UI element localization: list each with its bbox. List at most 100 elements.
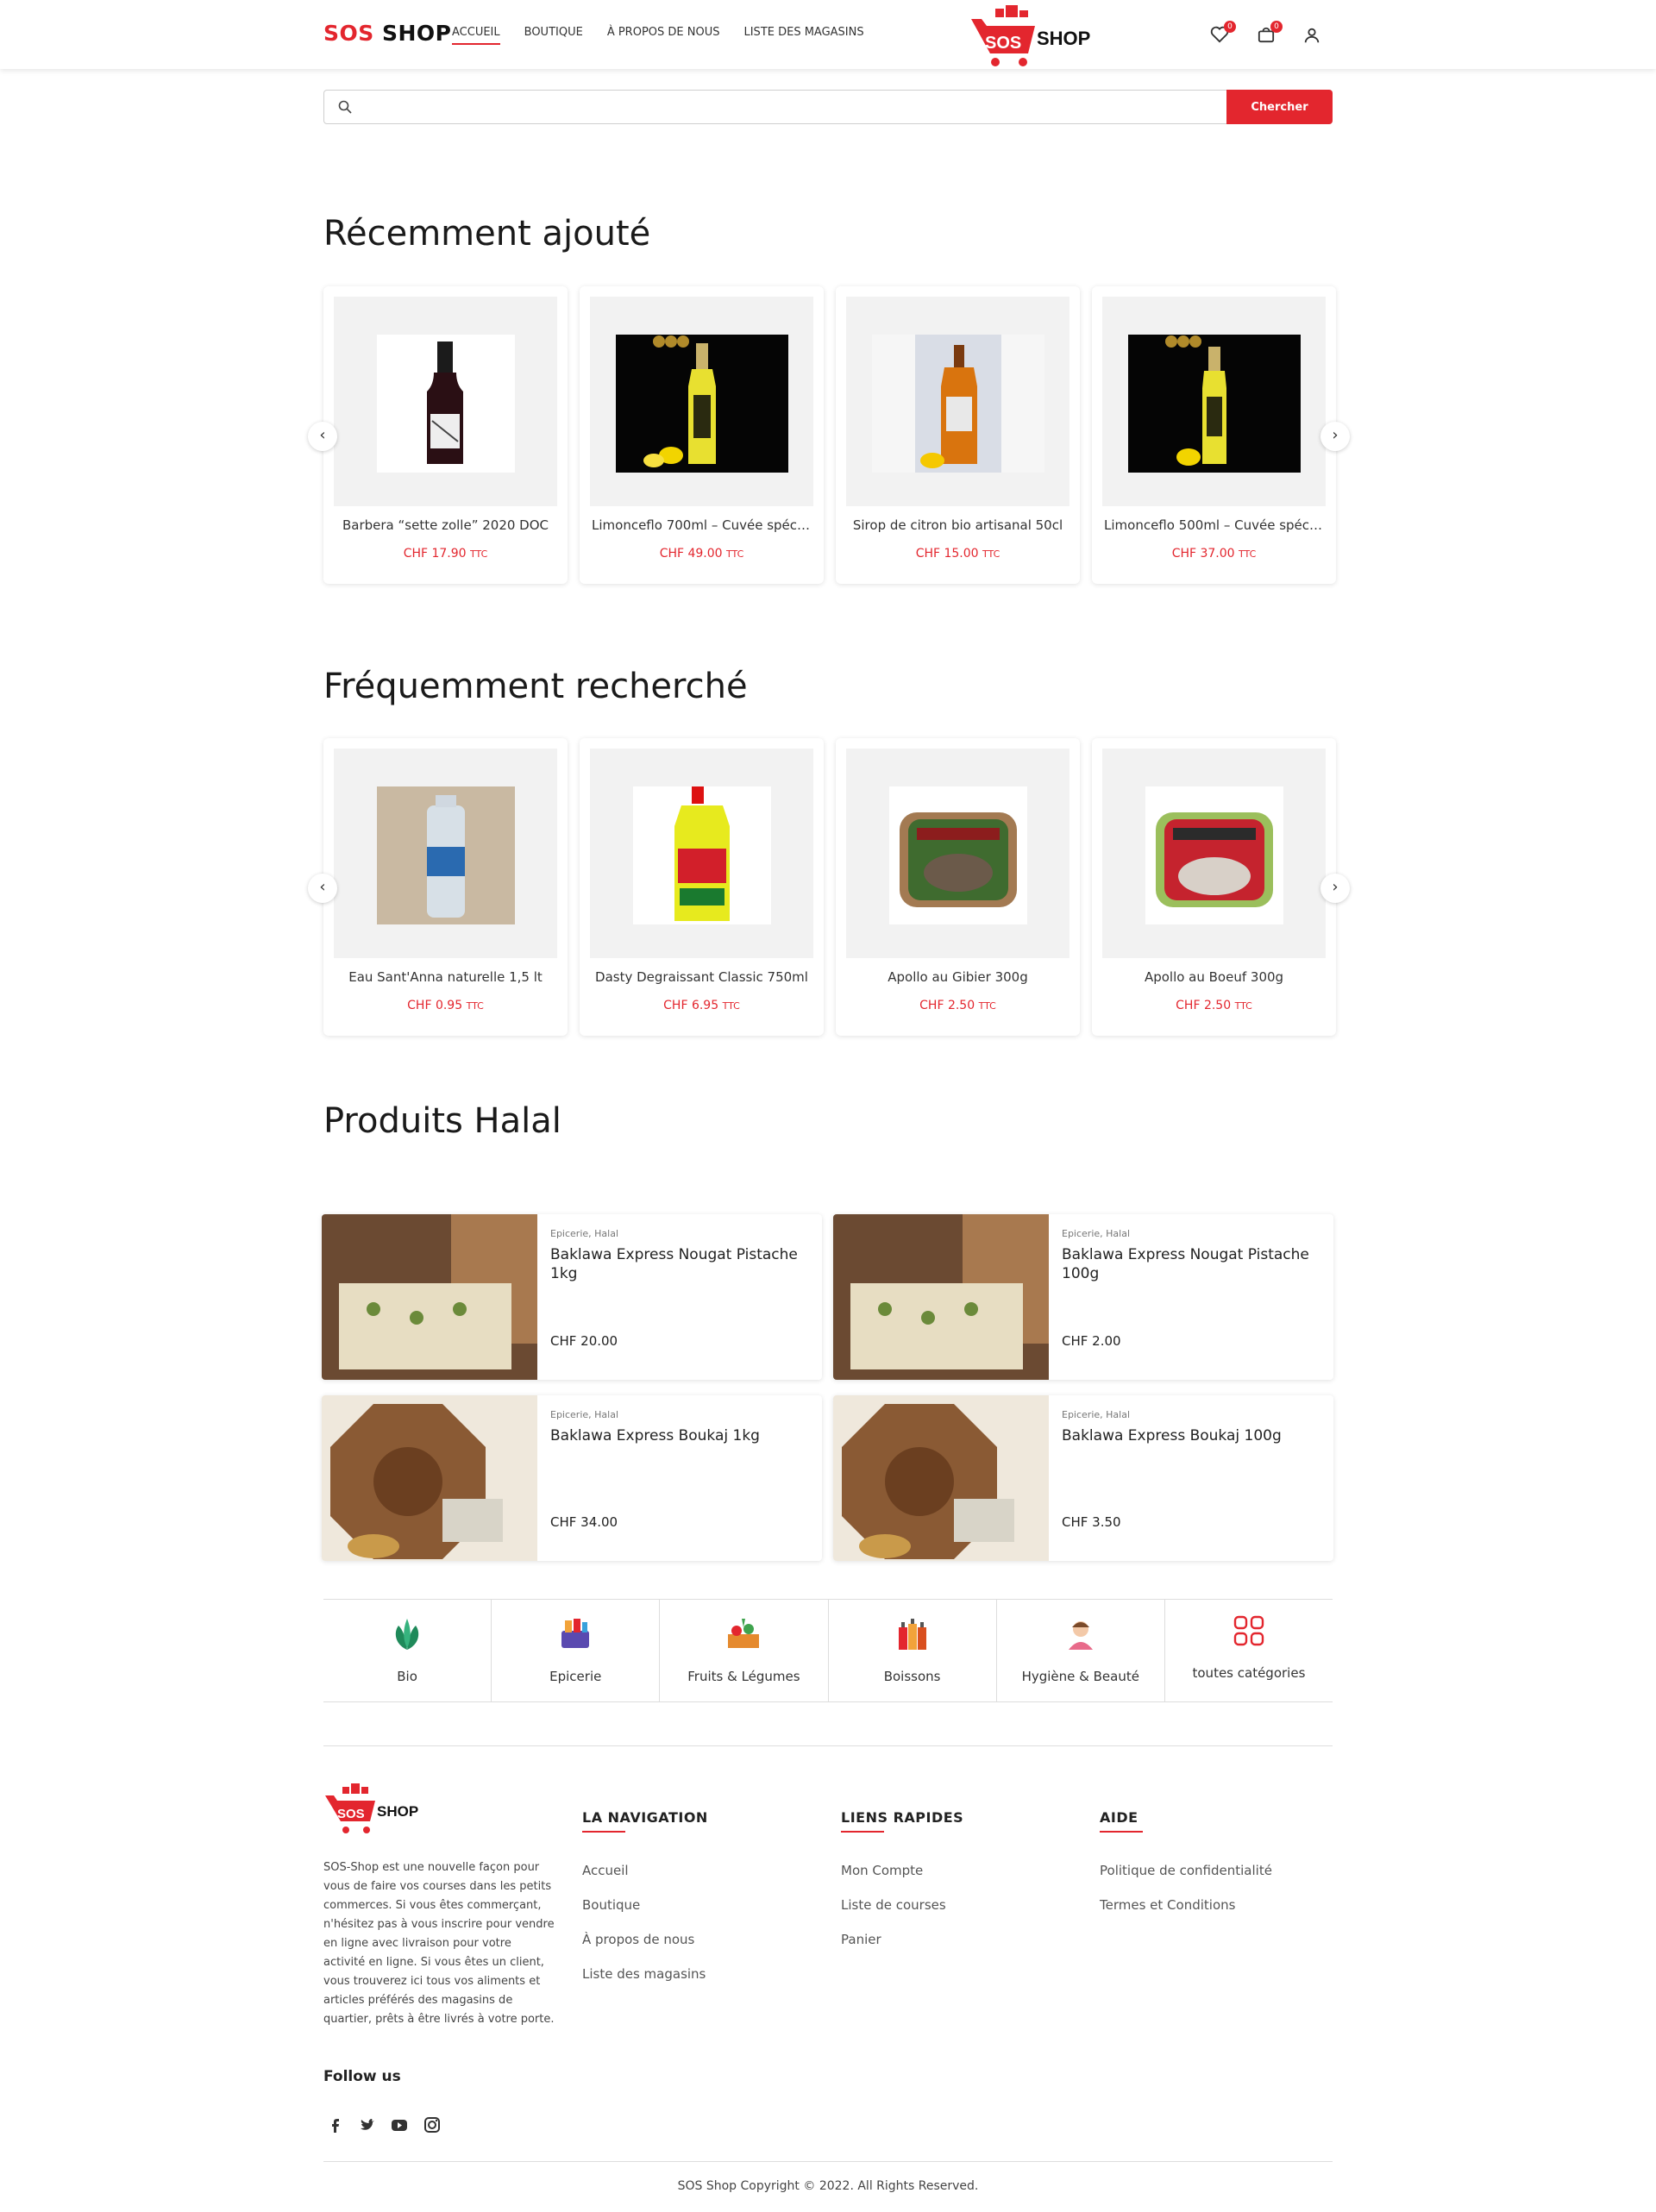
product-name[interactable]: Baklawa Express Nougat Pistache 1kg: [550, 1245, 809, 1283]
product-card[interactable]: Limonceflo 700ml – Cuvée spéciale CHF 49…: [580, 286, 824, 584]
footer-logo-icon[interactable]: SOS SHOP: [323, 1783, 436, 1842]
product-price: CHF 37.00 TTC: [1171, 547, 1257, 561]
category-label: Fruits & Légumes: [687, 1669, 800, 1684]
center-cart-logo-icon[interactable]: SOS SHOP: [964, 5, 1102, 83]
product-price: CHF 49.00 TTC: [659, 547, 744, 561]
nav-accueil[interactable]: ACCUEIL: [452, 26, 500, 45]
product-card[interactable]: Apollo au Boeuf 300g CHF 2.50 TTC: [1092, 738, 1336, 1036]
category-fruits-legumes[interactable]: Fruits & Légumes: [660, 1600, 829, 1701]
halal-product-card[interactable]: Epicerie, Halal Baklawa Express Boukaj 1…: [322, 1395, 822, 1561]
footer-nav-title: LA NAVIGATION: [582, 1809, 708, 1833]
brand-sos: SOS: [323, 21, 374, 46]
cart-button[interactable]: 0: [1257, 21, 1283, 47]
product-price: CHF 15.00 TTC: [915, 547, 1000, 561]
footer-link-confidentialite[interactable]: Politique de confidentialité: [1100, 1863, 1272, 1878]
product-name[interactable]: Baklawa Express Nougat Pistache 100g: [1062, 1245, 1320, 1283]
product-categories[interactable]: Epicerie, Halal: [550, 1228, 618, 1239]
category-boissons[interactable]: Boissons: [829, 1600, 997, 1701]
product-name[interactable]: Limonceflo 500ml – Cuvée spéciale: [1104, 517, 1324, 533]
carousel-next-button[interactable]: ›: [1320, 422, 1350, 451]
carousel-next-button[interactable]: ›: [1320, 874, 1350, 903]
footer-link-liste-courses[interactable]: Liste de courses: [841, 1897, 946, 1913]
product-image-area: [590, 749, 813, 958]
category-label: Bio: [397, 1669, 417, 1684]
category-label: Hygiène & Beauté: [1021, 1669, 1139, 1684]
product-image-area: [334, 749, 557, 958]
product-categories[interactable]: Epicerie, Halal: [1062, 1228, 1130, 1239]
dog-food-tray-image: [1145, 786, 1283, 924]
halal-product-card[interactable]: Epicerie, Halal Baklawa Express Nougat P…: [833, 1214, 1333, 1380]
product-name[interactable]: Dasty Degraissant Classic 750ml: [592, 969, 812, 985]
account-button[interactable]: [1302, 26, 1321, 48]
footer-link-liste-magasins[interactable]: Liste des magasins: [582, 1966, 706, 1982]
footer-link-boutique[interactable]: Boutique: [582, 1897, 640, 1913]
category-epicerie[interactable]: Epicerie: [492, 1600, 661, 1701]
copyright-text: SOS Shop Copyright © 2022. All Rights Re…: [677, 2179, 979, 2193]
product-card[interactable]: Limonceflo 500ml – Cuvée spéciale CHF 37…: [1092, 286, 1336, 584]
product-card[interactable]: Eau Sant'Anna naturelle 1,5 lt CHF 0.95 …: [323, 738, 568, 1036]
footer-link-accueil[interactable]: Accueil: [582, 1863, 629, 1878]
logo-sos-text: SOS: [985, 34, 1021, 53]
twitter-icon[interactable]: [359, 2116, 376, 2134]
product-price: CHF 3.50: [1062, 1514, 1121, 1530]
footer-link-termes[interactable]: Termes et Conditions: [1100, 1897, 1235, 1913]
wine-bottle-image: [377, 335, 515, 473]
product-categories[interactable]: Epicerie, Halal: [550, 1409, 618, 1420]
product-name[interactable]: Baklawa Express Boukaj 1kg: [550, 1426, 809, 1445]
nav-liste-magasins[interactable]: LISTE DES MAGASINS: [743, 26, 863, 39]
product-image-area: [846, 749, 1070, 958]
recent-section-title: Récemment ajouté: [323, 214, 651, 254]
product-name[interactable]: Barbera “sette zolle” 2020 DOC: [336, 517, 555, 533]
product-name[interactable]: Baklawa Express Boukaj 100g: [1062, 1426, 1320, 1445]
brand-logo-text[interactable]: SOS SHOP: [323, 21, 452, 46]
baklawa-boukaj-image: [833, 1395, 1049, 1561]
product-name[interactable]: Limonceflo 700ml – Cuvée spéciale: [592, 517, 812, 533]
search-button[interactable]: Chercher: [1226, 90, 1333, 124]
product-image-area: [590, 297, 813, 506]
product-card[interactable]: Dasty Degraissant Classic 750ml CHF 6.95…: [580, 738, 824, 1036]
footer-link-mon-compte[interactable]: Mon Compte: [841, 1863, 923, 1878]
product-name[interactable]: Apollo au Boeuf 300g: [1104, 969, 1324, 985]
water-bottle-image: [377, 786, 515, 924]
category-bio[interactable]: Bio: [323, 1600, 492, 1701]
search-input[interactable]: [362, 96, 1190, 118]
halal-section-title: Produits Halal: [323, 1101, 561, 1141]
limoncello-bottle-image: [1128, 335, 1301, 473]
instagram-icon[interactable]: [423, 2116, 441, 2134]
product-price: CHF 0.95 TTC: [407, 999, 484, 1012]
wishlist-button[interactable]: 0: [1210, 21, 1236, 47]
wishlist-count-badge: 0: [1224, 21, 1236, 33]
nav-boutique[interactable]: BOUTIQUE: [524, 26, 583, 39]
category-strip: Bio Epicerie Fruits & Légumes Boissons H…: [323, 1599, 1333, 1702]
brand-shop: SHOP: [381, 21, 452, 46]
footer-divider: [323, 1745, 1333, 1746]
product-name[interactable]: Apollo au Gibier 300g: [848, 969, 1068, 985]
halal-product-card[interactable]: Epicerie, Halal Baklawa Express Nougat P…: [322, 1214, 822, 1380]
product-name[interactable]: Eau Sant'Anna naturelle 1,5 lt: [336, 969, 555, 985]
limoncello-bottle-image: [616, 335, 788, 473]
category-hygiene-beaute[interactable]: Hygiène & Beauté: [997, 1600, 1165, 1701]
footer-quick-title: LIENS RAPIDES: [841, 1809, 964, 1833]
baklawa-nougat-image: [833, 1214, 1049, 1380]
product-card[interactable]: Apollo au Gibier 300g CHF 2.50 TTC: [836, 738, 1080, 1036]
carousel-prev-button[interactable]: ‹: [308, 422, 337, 451]
youtube-icon[interactable]: [391, 2116, 408, 2134]
facebook-icon[interactable]: [327, 2116, 344, 2134]
product-card[interactable]: Sirop de citron bio artisanal 50cl CHF 1…: [836, 286, 1080, 584]
frequent-section-title: Fréquemment recherché: [323, 667, 748, 706]
category-toutes[interactable]: toutes catégories: [1165, 1600, 1333, 1701]
product-price: CHF 2.50 TTC: [919, 999, 996, 1012]
product-categories[interactable]: Epicerie, Halal: [1062, 1409, 1130, 1420]
nav-a-propos[interactable]: À PROPOS DE NOUS: [607, 26, 720, 39]
footer-link-a-propos[interactable]: À propos de nous: [582, 1932, 694, 1947]
search-bar: [323, 90, 1333, 124]
carousel-prev-button[interactable]: ‹: [308, 874, 337, 903]
footer-bottom-divider: [323, 2161, 1333, 2162]
category-label: Epicerie: [549, 1669, 602, 1684]
halal-product-card[interactable]: Epicerie, Halal Baklawa Express Boukaj 1…: [833, 1395, 1333, 1561]
product-name[interactable]: Sirop de citron bio artisanal 50cl: [848, 517, 1068, 533]
product-card[interactable]: Barbera “sette zolle” 2020 DOC CHF 17.90…: [323, 286, 568, 584]
footer-logo-shop: SHOP: [377, 1803, 418, 1820]
degreaser-bottle-image: [633, 786, 771, 924]
footer-link-panier[interactable]: Panier: [841, 1932, 881, 1947]
